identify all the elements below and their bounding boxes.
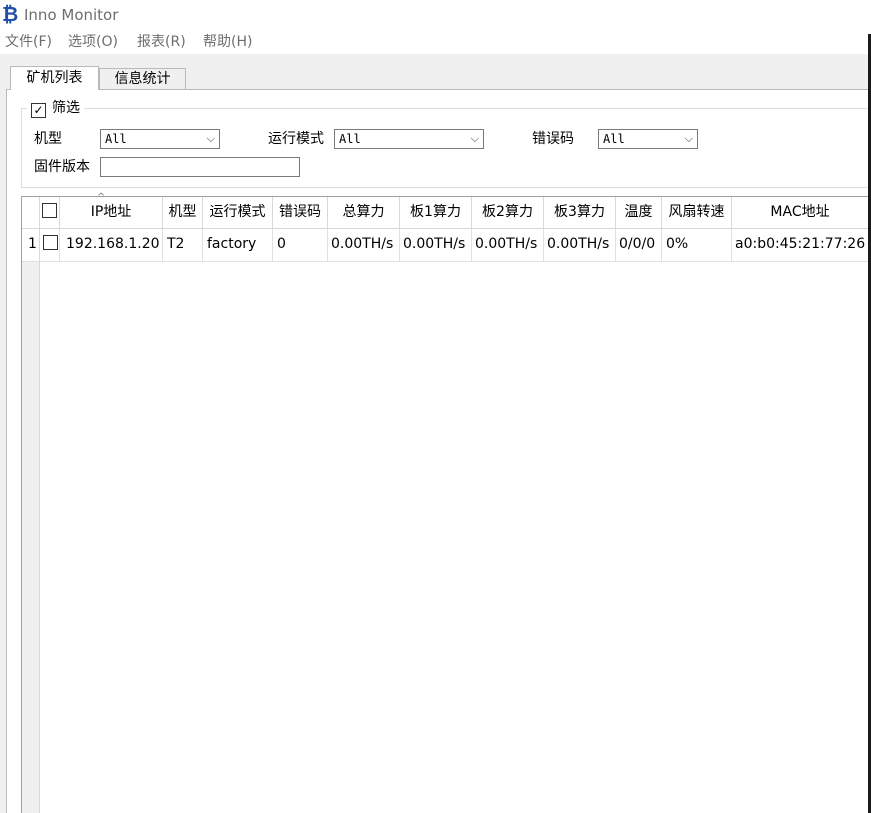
- mode-label: 运行模式: [268, 131, 324, 147]
- cell-model[interactable]: T2: [163, 229, 203, 262]
- sort-ascending-icon: ^: [97, 192, 106, 203]
- window-title: Inno Monitor: [24, 6, 119, 24]
- header-model[interactable]: 机型: [163, 197, 203, 229]
- model-value: All: [105, 132, 127, 146]
- header-mode[interactable]: 运行模式: [203, 197, 273, 229]
- cell-error-code[interactable]: 0: [273, 229, 328, 262]
- menu-bar: 文件(F) 选项(O) 报表(R) 帮助(H): [0, 30, 871, 54]
- tab-miner-list[interactable]: 矿机列表: [10, 66, 99, 90]
- bitcoin-icon: ₿: [2, 2, 19, 26]
- filter-label: 筛选: [52, 100, 80, 116]
- table-corner: [22, 197, 40, 229]
- menu-options[interactable]: 选项(O): [68, 33, 118, 51]
- cell-mac[interactable]: a0:b0:45:21:77:26: [732, 229, 868, 262]
- row-number[interactable]: 1: [22, 229, 40, 262]
- tab-statistics[interactable]: 信息统计: [99, 68, 186, 89]
- menu-reports[interactable]: 报表(R): [137, 33, 186, 51]
- header-ip[interactable]: IP地址: [60, 197, 163, 229]
- cell-mode[interactable]: factory: [203, 229, 273, 262]
- chevron-down-icon: ⌵: [206, 132, 215, 145]
- error-code-label: 错误码: [532, 131, 574, 147]
- header-fan-speed[interactable]: 风扇转速: [662, 197, 732, 229]
- cell-board2-hashrate[interactable]: 0.00TH/s: [472, 229, 544, 262]
- header-total-hashrate[interactable]: 总算力: [328, 197, 400, 229]
- cell-board3-hashrate[interactable]: 0.00TH/s: [544, 229, 616, 262]
- cell-fan-speed[interactable]: 0%: [662, 229, 732, 262]
- miner-table: [21, 196, 868, 813]
- header-error-code[interactable]: 错误码: [273, 197, 328, 229]
- header-select-all[interactable]: [40, 197, 60, 229]
- mode-combobox[interactable]: All ⌵: [334, 129, 484, 149]
- cell-board1-hashrate[interactable]: 0.00TH/s: [400, 229, 472, 262]
- chevron-down-icon: ⌵: [470, 132, 479, 145]
- header-mac[interactable]: MAC地址: [732, 197, 868, 229]
- filter-legend[interactable]: ✓ 筛选: [27, 99, 84, 118]
- error-code-combobox[interactable]: All ⌵: [598, 129, 698, 149]
- mode-value: All: [339, 132, 361, 146]
- header-board1-hashrate[interactable]: 板1算力: [400, 197, 472, 229]
- header-temperature[interactable]: 温度: [616, 197, 662, 229]
- header-board2-hashrate[interactable]: 板2算力: [472, 197, 544, 229]
- chevron-down-icon: ⌵: [684, 132, 693, 145]
- row-header-strip: [22, 262, 40, 813]
- title-bar: ₿ Inno Monitor: [0, 0, 871, 30]
- model-label: 机型: [34, 131, 62, 147]
- model-combobox[interactable]: All ⌵: [100, 129, 220, 149]
- row-select-cell[interactable]: [40, 229, 60, 262]
- menu-help[interactable]: 帮助(H): [203, 33, 252, 51]
- firmware-input[interactable]: [100, 157, 300, 177]
- cell-temperature[interactable]: 0/0/0: [616, 229, 662, 262]
- cell-total-hashrate[interactable]: 0.00TH/s: [328, 229, 400, 262]
- filter-checkbox[interactable]: ✓: [31, 103, 46, 118]
- header-board3-hashrate[interactable]: 板3算力: [544, 197, 616, 229]
- row-checkbox[interactable]: [43, 235, 58, 250]
- cell-ip[interactable]: 192.168.1.20: [60, 229, 163, 262]
- select-all-checkbox[interactable]: [42, 203, 57, 218]
- menu-file[interactable]: 文件(F): [5, 33, 52, 51]
- firmware-label: 固件版本: [34, 159, 90, 175]
- error-code-value: All: [603, 132, 625, 146]
